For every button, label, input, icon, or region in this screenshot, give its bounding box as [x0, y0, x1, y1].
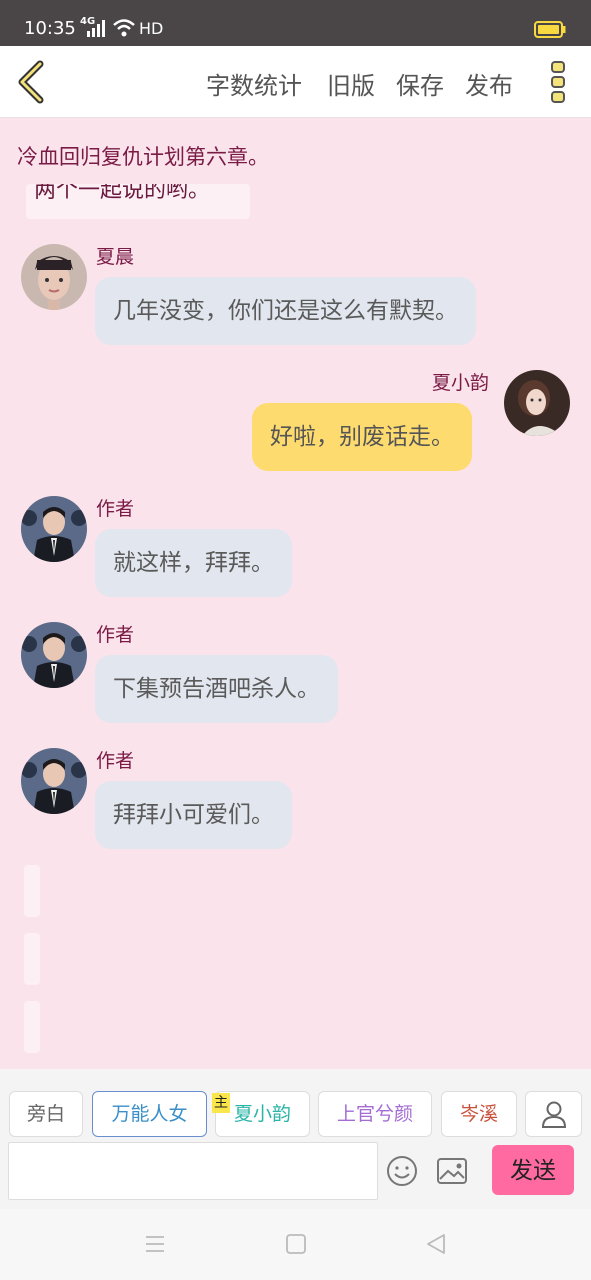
user-icon — [541, 1101, 566, 1128]
empty-message-placeholder — [24, 865, 40, 917]
role-label: 岑溪 — [459, 1103, 498, 1125]
main-role-badge: 主 — [212, 1093, 230, 1113]
add-role-button[interactable] — [525, 1091, 582, 1137]
message-bubble[interactable]: 好啦，别废话走。 — [252, 403, 472, 471]
compose-panel: 旁白 万能人女 夏小韵 主 上官兮颜 岑溪 发送 — [0, 1069, 591, 1209]
back-triangle-icon[interactable] — [425, 1233, 447, 1255]
battery-icon — [534, 21, 566, 38]
role-label: 旁白 — [26, 1103, 65, 1125]
chapter-title: 冷血回归复仇计划第六章。 — [17, 145, 269, 169]
sender-name: 夏小韵 — [432, 372, 490, 394]
sender-name: 作者 — [96, 624, 135, 646]
role-cen-xi[interactable]: 岑溪 — [441, 1091, 517, 1137]
avatar-image — [21, 622, 87, 688]
top-toolbar: 字数统计 旧版 保存 发布 — [0, 46, 591, 118]
avatar-author[interactable] — [21, 496, 87, 562]
save-button[interactable]: 保存 — [396, 66, 444, 101]
role-label: 夏小韵 — [233, 1103, 291, 1125]
image-icon[interactable] — [436, 1157, 468, 1185]
partial-message-text: 两个一起说的哟。 — [34, 184, 211, 203]
avatar-image — [21, 496, 87, 562]
sender-name: 夏晨 — [96, 246, 135, 268]
avatar-image — [504, 370, 570, 436]
send-button[interactable]: 发送 — [492, 1145, 574, 1195]
sender-name: 作者 — [96, 750, 135, 772]
more-menu-icon[interactable] — [546, 58, 570, 106]
status-bar: 10:35 4G HD — [0, 0, 591, 46]
hd-indicator: HD — [139, 19, 164, 38]
role-universal-female[interactable]: 万能人女 — [92, 1091, 207, 1137]
emoji-icon[interactable] — [386, 1155, 418, 1187]
role-label: 上官兮颜 — [336, 1103, 413, 1125]
avatar-image — [21, 748, 87, 814]
avatar-xia-xiaoyun[interactable] — [504, 370, 570, 436]
role-narrator[interactable]: 旁白 — [9, 1091, 83, 1137]
message-bubble[interactable]: 下集预告酒吧杀人。 — [95, 655, 338, 723]
message-bubble[interactable]: 几年没变，你们还是这么有默契。 — [95, 277, 476, 345]
signal-icon — [87, 20, 105, 37]
system-nav-bar — [0, 1209, 591, 1280]
avatar-image — [21, 244, 87, 310]
avatar-author[interactable] — [21, 748, 87, 814]
role-label: 万能人女 — [111, 1103, 188, 1125]
empty-message-placeholder — [24, 1001, 40, 1053]
wifi-icon — [113, 19, 135, 37]
publish-button[interactable]: 发布 — [465, 66, 513, 101]
back-arrow-icon[interactable] — [14, 60, 48, 104]
home-icon[interactable] — [285, 1233, 307, 1255]
word-count-button[interactable]: 字数统计 — [206, 66, 302, 101]
avatar-author[interactable] — [21, 622, 87, 688]
old-version-button[interactable]: 旧版 — [327, 66, 375, 101]
message-bubble[interactable]: 就这样，拜拜。 — [95, 529, 292, 597]
avatar-xia-chen[interactable] — [21, 244, 87, 310]
sender-name: 作者 — [96, 498, 135, 520]
partial-message-bubble: 两个一起说的哟。 — [26, 184, 250, 219]
menu-icon[interactable] — [144, 1233, 166, 1255]
role-shangguan-xiyan[interactable]: 上官兮颜 — [318, 1091, 432, 1137]
message-bubble[interactable]: 拜拜小可爱们。 — [95, 781, 292, 849]
status-time: 10:35 — [24, 18, 76, 39]
message-input[interactable] — [8, 1142, 378, 1200]
empty-message-placeholder — [24, 933, 40, 985]
